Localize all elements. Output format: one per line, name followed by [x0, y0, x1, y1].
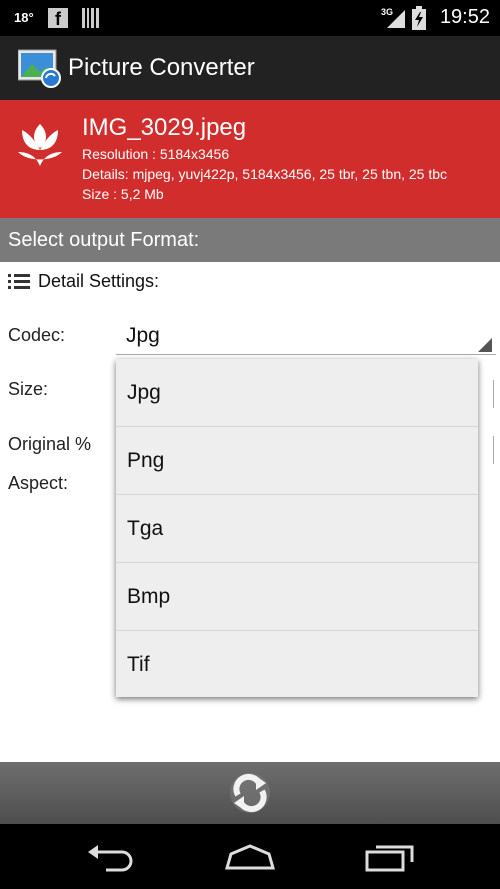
option-label: Tif — [127, 653, 150, 676]
bottom-action-bar — [0, 762, 500, 824]
facebook-icon: f — [48, 8, 68, 29]
picture-converter-icon[interactable] — [18, 48, 62, 88]
original-field-edge[interactable] — [493, 436, 494, 464]
network-type-text: 3G — [381, 7, 393, 17]
codec-label: Codec: — [8, 325, 66, 345]
clock-text: 19:52 — [439, 6, 490, 28]
temperature-text: 18° — [14, 10, 34, 25]
dropdown-option-tif[interactable]: Tif — [116, 631, 478, 698]
action-bar: Picture Converter — [0, 36, 500, 100]
detail-settings-label: Detail Settings: — [38, 271, 160, 291]
dropdown-option-jpg[interactable]: Jpg — [116, 359, 478, 427]
codec-spinner[interactable]: Jpg — [116, 318, 496, 355]
section-title: Select output Format: — [8, 229, 200, 251]
battery-icon — [412, 6, 426, 30]
app-title: Picture Converter — [68, 54, 255, 81]
aspect-label: Aspect: — [8, 473, 69, 493]
file-name: IMG_3029.jpeg — [82, 114, 247, 141]
file-size-text: Size : 5,2 Mb — [82, 186, 164, 202]
option-label: Jpg — [127, 381, 161, 404]
signal-icon: 3G — [381, 7, 405, 28]
dropdown-option-png[interactable]: Png — [116, 427, 478, 495]
navigation-bar — [0, 824, 500, 889]
back-icon[interactable] — [86, 840, 136, 874]
home-icon[interactable] — [223, 840, 277, 874]
details-text: Details: mjpeg, yuvj422p, 5184x3456, 25 … — [82, 166, 448, 182]
detail-settings-header: Detail Settings: — [8, 271, 159, 292]
codec-dropdown: Jpg Png Tga Bmp Tif — [116, 359, 478, 697]
option-label: Bmp — [127, 585, 171, 608]
file-info-panel: IMG_3029.jpeg Resolution : 5184x3456 Det… — [0, 100, 500, 218]
size-field-edge[interactable] — [493, 380, 494, 408]
dropdown-option-tga[interactable]: Tga — [116, 495, 478, 563]
status-bar: 18° f 3G 19:52 — [0, 0, 500, 36]
spinner-arrow-icon — [478, 338, 492, 352]
convert-arrows-icon[interactable] — [228, 771, 272, 815]
recents-icon[interactable] — [364, 840, 416, 874]
output-format-header: Select output Format: — [0, 218, 500, 262]
macro-flower-icon — [18, 124, 62, 166]
option-label: Tga — [127, 517, 164, 540]
size-label: Size: — [8, 379, 49, 399]
option-label: Png — [127, 449, 165, 472]
codec-selected-value: Jpg — [126, 324, 160, 347]
barcode-icon — [82, 8, 99, 28]
dropdown-option-bmp[interactable]: Bmp — [116, 563, 478, 631]
original-percent-label: Original % — [8, 434, 92, 454]
resolution-text: Resolution : 5184x3456 — [82, 146, 230, 162]
list-icon — [8, 273, 30, 289]
